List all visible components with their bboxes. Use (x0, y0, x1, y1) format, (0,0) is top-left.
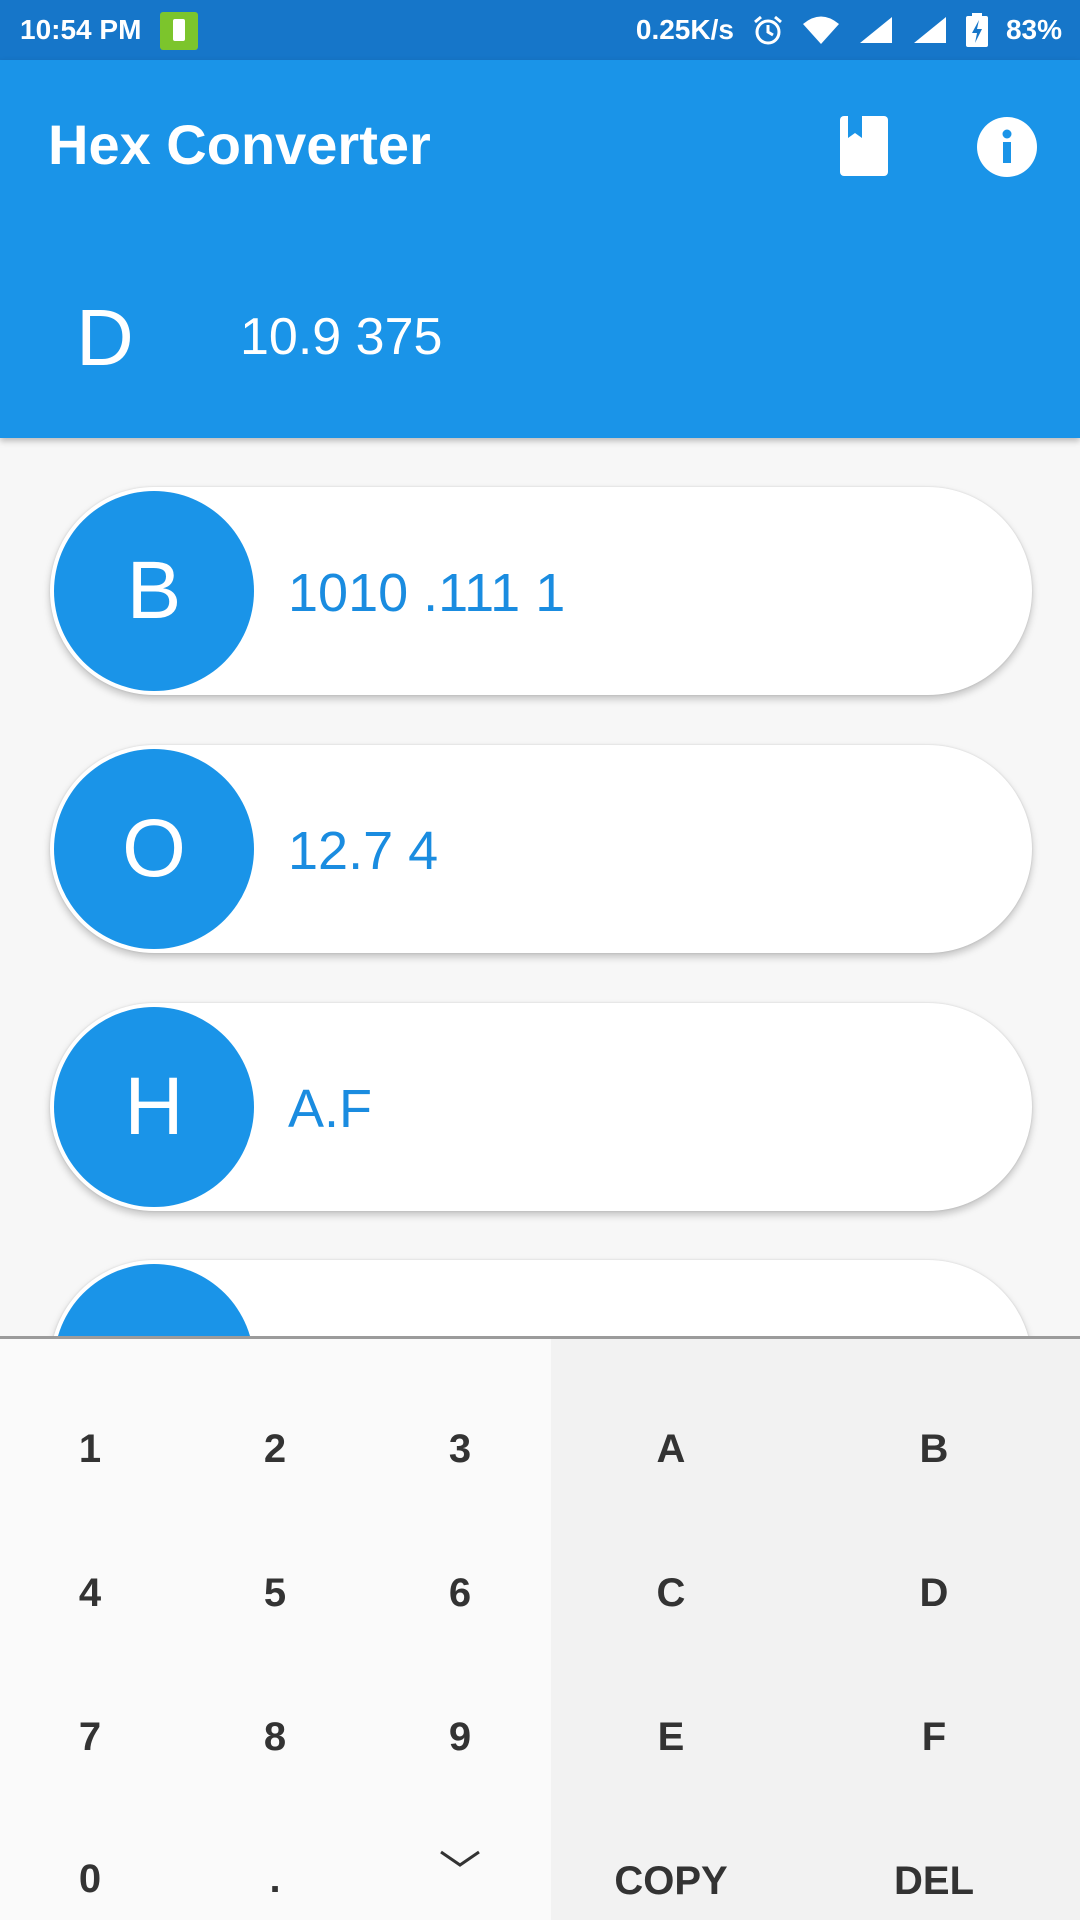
info-icon[interactable] (977, 117, 1037, 177)
alarm-icon (753, 15, 782, 45)
signal-icon (913, 17, 946, 43)
key-1[interactable]: 1 (20, 1419, 160, 1479)
key-9[interactable]: 9 (390, 1707, 530, 1767)
battery-saver-icon (160, 12, 198, 50)
bookmark-icon[interactable] (840, 116, 888, 176)
octal-card[interactable]: O 12.7 4 (50, 745, 1032, 953)
key-6[interactable]: 6 (390, 1563, 530, 1623)
hex-card[interactable]: H A.F (50, 1003, 1032, 1211)
numeric-pad: 1 2 3 4 5 6 7 8 9 0 . (0, 1339, 551, 1920)
hex-label: H (54, 1007, 254, 1207)
octal-label: O (54, 749, 254, 949)
partial-card-viewport (0, 1240, 1080, 1336)
collapse-keypad-button[interactable] (390, 1829, 530, 1889)
key-2[interactable]: 2 (205, 1419, 345, 1479)
copy-button[interactable]: COPY (571, 1851, 771, 1911)
delete-button[interactable]: DEL (834, 1851, 1034, 1911)
key-4[interactable]: 4 (20, 1563, 160, 1623)
app-title: Hex Converter (48, 113, 431, 176)
key-8[interactable]: 8 (205, 1707, 345, 1767)
decimal-value: 10.9 375 (240, 308, 443, 366)
status-time: 10:54 PM (20, 14, 142, 45)
signal-icon (859, 17, 892, 43)
status-icons: 0.25K/s 83% (636, 12, 1062, 48)
binary-card[interactable]: B 1010 .111 1 (50, 487, 1032, 695)
key-dot[interactable]: . (205, 1849, 345, 1909)
key-3[interactable]: 3 (390, 1419, 530, 1479)
battery-charging-icon (965, 13, 988, 47)
octal-value: 12.7 4 (288, 821, 439, 881)
partial-card-circle (54, 1264, 254, 1336)
key-0[interactable]: 0 (20, 1849, 160, 1909)
key-a[interactable]: A (601, 1419, 741, 1479)
binary-label: B (54, 491, 254, 691)
network-speed: 0.25K/s (635, 14, 734, 45)
key-c[interactable]: C (601, 1563, 741, 1623)
wifi-icon (802, 16, 839, 44)
hex-value: A.F (288, 1079, 373, 1139)
hex-pad: A B C D E F COPY DEL (551, 1339, 1080, 1920)
key-7[interactable]: 7 (20, 1707, 160, 1767)
key-5[interactable]: 5 (205, 1563, 345, 1623)
key-b[interactable]: B (864, 1419, 1004, 1479)
key-e[interactable]: E (601, 1707, 741, 1767)
keypad: 1 2 3 4 5 6 7 8 9 0 . A B C D E F COPY D… (0, 1336, 1080, 1920)
status-bar: 10:54 PM 0.25K/s 83% (0, 0, 1080, 60)
key-f[interactable]: F (864, 1707, 1004, 1767)
decimal-label: D (76, 293, 134, 382)
partial-card[interactable] (50, 1260, 1032, 1336)
binary-value: 1010 .111 1 (288, 563, 566, 623)
key-d[interactable]: D (864, 1563, 1004, 1623)
app-bar: Hex Converter D 10.9 375 (0, 60, 1080, 438)
battery-percent: 83% (1005, 14, 1062, 45)
chevron-down-icon (440, 1850, 480, 1867)
